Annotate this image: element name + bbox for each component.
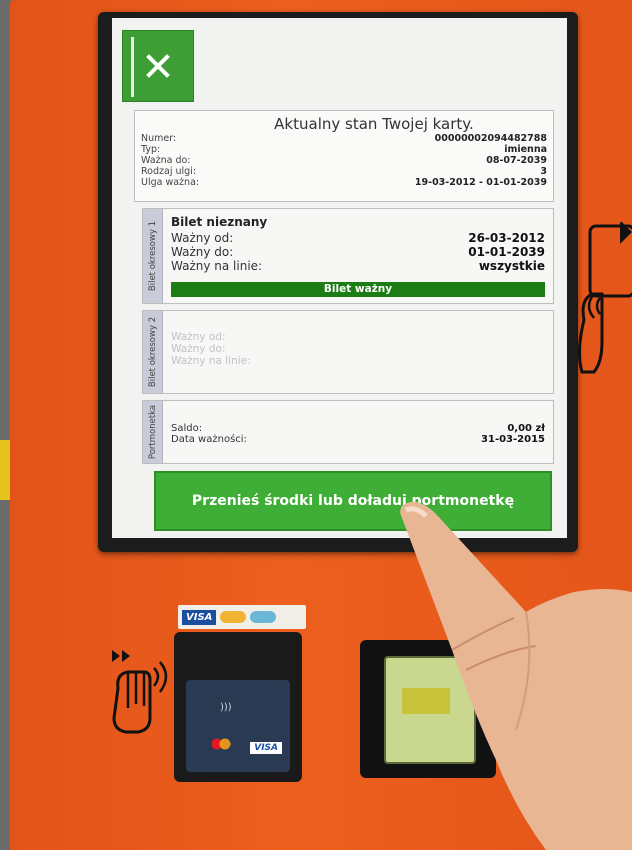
ticket-1-valid-from: Ważny od: 26-03-2012 bbox=[171, 231, 545, 245]
discount-type-row: Rodzaj ulgi: 3 bbox=[141, 166, 547, 177]
contactless-icon: ))) bbox=[220, 702, 232, 713]
wallet-tab: Portmonetka bbox=[143, 401, 163, 463]
ticket-2-tab: Bilet okresowy 2 bbox=[143, 311, 163, 393]
ticket-1-lines: Ważny na linie: wszystkie bbox=[171, 259, 545, 273]
ticket-valid-status: Bilet ważny bbox=[171, 282, 545, 297]
ticket-1-panel: Bilet okresowy 1 Bilet nieznany Ważny od… bbox=[142, 208, 554, 304]
close-button[interactable] bbox=[122, 30, 194, 102]
wallet-expiry: Data ważności: 31-03-2015 bbox=[171, 434, 545, 445]
wallet-balance: Saldo: 0,00 zł bbox=[171, 423, 545, 434]
terminal-visa-logo: VISA bbox=[250, 742, 282, 754]
card-status-panel: Aktualny stan Twojej karty. Numer: 00000… bbox=[134, 110, 554, 202]
terminal-reader: ))) VISA bbox=[186, 680, 290, 772]
paywave-logo bbox=[250, 611, 277, 623]
ticket-1-valid-to: Ważny do: 01-01-2039 bbox=[171, 245, 545, 259]
tap-card-icon bbox=[577, 222, 632, 374]
payment-logos: VISA bbox=[178, 605, 306, 629]
close-icon bbox=[146, 54, 170, 78]
ticket-1-tab: Bilet okresowy 1 bbox=[143, 209, 163, 303]
discount-valid-row: Ulga ważna: 19-03-2012 - 01-01-2039 bbox=[141, 177, 547, 188]
card-type-row: Typ: imienna bbox=[141, 144, 547, 155]
ticket-2-valid-to: Ważny do: bbox=[171, 343, 226, 355]
pointing-finger bbox=[400, 501, 632, 850]
close-button-accent bbox=[131, 37, 134, 97]
ticket-2-lines: Ważny na linie: bbox=[171, 355, 251, 367]
ticket-2-panel: Bilet okresowy 2 Ważny od: Ważny do: Waż… bbox=[142, 310, 554, 394]
card-insert-hand-icon bbox=[112, 650, 168, 734]
ticket-1-name: Bilet nieznany bbox=[171, 215, 268, 229]
touch-screen: Aktualny stan Twojej karty. Numer: 00000… bbox=[112, 18, 567, 538]
paypass-logo bbox=[220, 611, 247, 623]
mastercard-icon bbox=[211, 738, 231, 750]
ticket-2-valid-from: Ważny od: bbox=[171, 331, 226, 343]
visa-logo: VISA bbox=[182, 609, 217, 625]
card-status-title: Aktualny stan Twojej karty. bbox=[274, 115, 474, 133]
card-number-row: Numer: 00000002094482788 bbox=[141, 133, 547, 144]
card-valid-until-row: Ważna do: 08-07-2039 bbox=[141, 155, 547, 166]
payment-terminal[interactable]: ))) VISA bbox=[174, 632, 302, 782]
wallet-panel: Portmonetka Saldo: 0,00 zł Data ważności… bbox=[142, 400, 554, 464]
